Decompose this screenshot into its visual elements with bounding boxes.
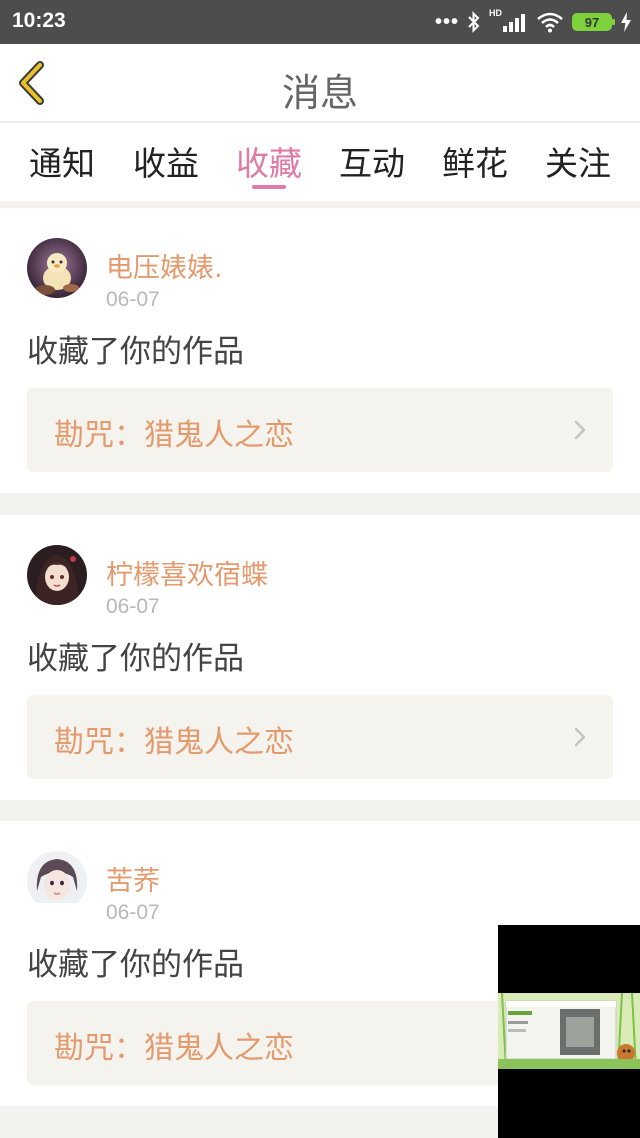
avatar[interactable]: [27, 545, 87, 605]
user-name[interactable]: 苦荞: [106, 859, 160, 898]
floating-video-window[interactable]: [498, 925, 640, 1138]
tab-flowers[interactable]: 鲜花: [423, 137, 527, 185]
status-icons: ••• HD 97: [435, 8, 632, 36]
bluetooth-icon: [468, 11, 480, 33]
avatar[interactable]: [27, 851, 87, 911]
work-title: 勘咒：猎鬼人之恋: [54, 1031, 294, 1066]
chevron-right-icon: [574, 420, 586, 440]
user-name[interactable]: 电压婊婊.: [106, 246, 223, 285]
avatar[interactable]: [27, 238, 87, 298]
tab-notifications[interactable]: 通知: [10, 137, 114, 185]
user-name[interactable]: 柠檬喜欢宿蝶: [106, 553, 268, 592]
work-title: 勘咒：猎鬼人之恋: [54, 725, 294, 760]
tab-bar: 通知 收益 收藏 互动 鲜花 关注: [0, 123, 640, 201]
work-link[interactable]: 勘咒：猎鬼人之恋: [27, 695, 613, 779]
work-title: 勘咒：猎鬼人之恋: [54, 418, 294, 453]
work-link[interactable]: 勘咒：猎鬼人之恋: [27, 388, 613, 472]
message-text: 收藏了你的作品: [27, 334, 244, 370]
tab-interactions[interactable]: 互动: [320, 137, 424, 185]
wifi-icon: [537, 12, 563, 33]
cell-signal-icon: [503, 14, 525, 32]
more-dots-icon: •••: [434, 10, 459, 33]
battery-level: 97: [584, 14, 600, 30]
active-tab-indicator: [252, 185, 286, 189]
tab-earnings[interactable]: 收益: [114, 137, 218, 185]
message-text: 收藏了你的作品: [27, 641, 244, 677]
tab-favorites[interactable]: 收藏: [217, 137, 321, 185]
message-card: 电压婊婊. 06-07 收藏了你的作品 勘咒：猎鬼人之恋: [0, 208, 640, 493]
page-title: 消息: [281, 71, 358, 115]
message-date: 06-07: [106, 901, 160, 924]
status-time: 10:23: [12, 9, 66, 32]
message-card: 柠檬喜欢宿蝶 06-07 收藏了你的作品 勘咒：猎鬼人之恋: [0, 515, 640, 800]
video-thumbnail: [498, 993, 640, 1069]
app-header: 消息: [0, 44, 640, 122]
chevron-right-icon: [574, 727, 586, 747]
hd-label: HD: [489, 8, 502, 18]
message-date: 06-07: [106, 595, 160, 618]
charging-bolt-icon: [621, 12, 631, 32]
message-date: 06-07: [106, 288, 160, 311]
battery-icon: 97: [572, 13, 615, 31]
message-text: 收藏了你的作品: [27, 947, 244, 983]
tab-following[interactable]: 关注: [526, 137, 630, 185]
status-bar: 10:23 ••• HD 97: [0, 0, 640, 44]
